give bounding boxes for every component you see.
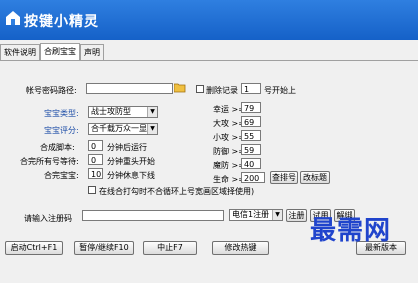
baby-type-select[interactable]: 战士攻防型 ▼ [88,106,158,118]
merge-count-label: 合成脚本: [40,143,75,152]
start-number-suffix: 号开始上 [264,86,296,95]
delete-record-label: 删除记录 [206,86,238,95]
baby-count-label: 合完宝宝: [44,171,79,180]
stat-defense-input[interactable]: 59 [241,144,261,155]
start-button[interactable]: 启动Ctrl+F1 [5,241,63,255]
baby-type-value: 战士攻防型 [91,107,131,116]
baby-rating-value: 合千载万众一显 [91,124,147,133]
tab-bar: 软件说明 合刷宝宝 声明 [0,43,418,61]
baby-type-label: 宝宝类型: [44,109,79,118]
merge-count-suffix: 分钟后运行 [107,143,147,152]
wait-input[interactable]: 0 [88,154,103,165]
pause-resume-button[interactable]: 暂停/继续F10 [74,241,134,255]
stat-min-attack-input[interactable]: 55 [241,130,261,141]
merge-count-input[interactable]: 0 [88,140,103,151]
register-channel-value: 电信1注册 [232,210,270,219]
delete-record-checkbox[interactable] [196,85,204,93]
app-logo-icon [6,11,20,25]
register-code-input[interactable] [82,210,224,221]
stop-button[interactable]: 中止F7 [143,241,197,255]
change-hotkey-button[interactable]: 修改热键 [212,241,269,255]
register-channel-select[interactable]: 电信1注册 ▼ [229,209,283,221]
baby-rating-label: 宝宝评分: [44,126,79,135]
app-title: 按键小精灵 [24,14,99,30]
tab-merge-baby[interactable]: 合刷宝宝 [40,43,80,61]
baby-rating-select[interactable]: 合千载万众一显 ▼ [88,123,158,135]
change-title-button[interactable]: 改标题 [300,171,330,184]
attr-button[interactable]: 查排号 [270,171,298,184]
chevron-down-icon: ▼ [272,210,282,220]
loop-checkbox[interactable] [88,186,96,194]
account-path-label: 帐号密码路径: [26,86,77,95]
stat-magic-defense-input[interactable]: 40 [241,158,261,169]
baby-count-suffix: 分钟休息下线 [107,171,155,180]
tab-software-info[interactable]: 软件说明 [0,44,40,60]
register-label: 请输入注册码 [24,214,72,223]
wait-label: 合完所有号等待: [20,157,79,166]
folder-open-icon[interactable] [174,83,186,93]
register-button[interactable]: 注册 [286,209,307,222]
chevron-down-icon: ▼ [147,124,157,134]
tab-statement[interactable]: 声明 [80,44,104,60]
stat-luck-input[interactable]: 79 [241,102,261,113]
loop-checkbox-label: 在线合打勾时不合循环上号宽画区域择使用) [99,187,255,196]
start-number-input[interactable]: 1 [241,83,261,94]
chevron-down-icon: ▼ [147,107,157,117]
account-path-input[interactable] [86,83,173,94]
stat-hp-input[interactable]: 200 [241,172,265,183]
watermark-text: 最需网 [310,216,392,246]
title-bar: 按键小精灵 [0,0,418,40]
stat-max-attack-input[interactable]: 69 [241,116,261,127]
wait-suffix: 分钟重头开始 [107,157,155,166]
baby-count-input[interactable]: 10 [88,168,103,179]
